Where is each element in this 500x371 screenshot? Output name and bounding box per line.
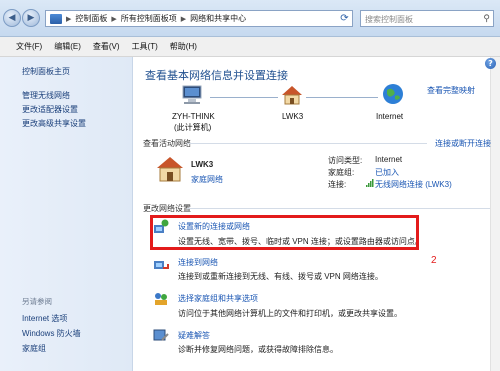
menu-view[interactable]: 查看(V) <box>87 41 126 52</box>
breadcrumb[interactable]: ▶ 控制面板 ▶ 所有控制面板项 ▶ 网络和共享中心 <box>45 10 353 27</box>
change-settings-heading: 更改网络设置 <box>143 204 191 213</box>
menu-help[interactable]: 帮助(H) <box>164 41 203 52</box>
connect-network-icon <box>154 261 169 269</box>
menu-edit[interactable]: 编辑(E) <box>48 41 87 52</box>
help-icon[interactable]: ? <box>485 58 496 69</box>
sidebar-item-firewall[interactable]: Windows 防火墙 <box>22 328 81 339</box>
troubleshoot-icon <box>153 329 169 341</box>
map-internet-label: Internet <box>376 112 404 121</box>
connection-label: 连接: <box>328 180 347 189</box>
computer-icon <box>182 85 202 104</box>
view-full-map-link[interactable]: 查看完整映射 <box>427 85 475 96</box>
homegroup-icon <box>155 293 167 305</box>
wifi-signal-icon <box>366 179 374 187</box>
connect-disconnect-link[interactable]: 连接或断开连接 <box>435 138 491 149</box>
breadcrumb-item-all-items[interactable]: 所有控制面板项 <box>121 13 177 24</box>
connect-to-network-desc: 连接到或重新连接到无线、有线、拨号或 VPN 网络连接。 <box>178 272 383 281</box>
menu-bar: 文件(F) 编辑(E) 查看(V) 工具(T) 帮助(H) <box>0 37 500 57</box>
chevron-right-icon: ▶ <box>111 15 117 23</box>
sidebar-item-homegroup[interactable]: 家庭组 <box>22 343 46 354</box>
sidebar-item-home[interactable]: 控制面板主页 <box>22 66 70 77</box>
control-panel-icon <box>50 13 62 24</box>
divider <box>187 208 490 209</box>
access-type-label: 访问类型: <box>328 156 363 165</box>
access-type-value: Internet <box>375 155 403 164</box>
connect-to-network-link[interactable]: 连接到网络 <box>178 257 218 268</box>
home-network-icon <box>157 157 183 182</box>
page-title: 查看基本网络信息并设置连接 <box>145 70 288 82</box>
map-link-line <box>210 97 278 98</box>
refresh-icon[interactable]: ⟳ <box>337 11 352 26</box>
troubleshoot-desc: 诊断并修复网络问题，或获得故障排除信息。 <box>178 345 338 354</box>
homegroup-sharing-desc: 访问位于其他网络计算机上的文件和打印机，或更改共享设置。 <box>178 309 402 318</box>
scrollbar[interactable] <box>490 57 500 371</box>
troubleshoot-link[interactable]: 疑难解答 <box>178 330 210 341</box>
search-input[interactable]: 搜索控制面板 ⚲ <box>360 10 494 27</box>
home-network-icon <box>282 86 302 105</box>
search-placeholder: 搜索控制面板 <box>365 15 413 24</box>
address-bar: ◀ ▶ ▶ 控制面板 ▶ 所有控制面板项 ▶ 网络和共享中心 ⟳ 搜索控制面板 … <box>0 0 500 37</box>
map-network-name: LWK3 <box>282 112 304 121</box>
globe-icon <box>383 84 403 104</box>
computer-name: ZYH-THINK <box>172 112 215 121</box>
breadcrumb-item-control-panel[interactable]: 控制面板 <box>75 13 107 24</box>
chevron-right-icon: ▶ <box>180 15 187 23</box>
highlight-box <box>150 215 419 250</box>
active-network-name: LWK3 <box>191 160 214 169</box>
back-button[interactable]: ◀ <box>3 9 21 27</box>
search-icon[interactable]: ⚲ <box>483 13 490 24</box>
see-also-heading: 另请参阅 <box>22 297 52 306</box>
map-link-line <box>306 97 378 98</box>
active-networks-heading: 查看活动网络 <box>143 139 191 148</box>
wireless-connection-link[interactable]: 无线网络连接 (LWK3) <box>375 179 452 190</box>
homegroup-joined-link[interactable]: 已加入 <box>375 167 399 178</box>
breadcrumb-item-network-center[interactable]: 网络和共享中心 <box>190 13 246 24</box>
menu-tools[interactable]: 工具(T) <box>126 41 164 52</box>
sidebar-item-internet-options[interactable]: Internet 选项 <box>22 313 67 324</box>
divider <box>187 143 427 144</box>
forward-button[interactable]: ▶ <box>22 9 40 27</box>
annotation-number: 2 <box>431 255 437 266</box>
computer-sub-label: (此计算机) <box>174 123 212 132</box>
homegroup-sharing-link[interactable]: 选择家庭组和共享选项 <box>178 293 258 304</box>
chevron-right-icon: ▶ <box>66 15 72 23</box>
sidebar-item-manage-wireless[interactable]: 管理无线网络 <box>22 90 70 101</box>
sidebar-item-advanced-sharing[interactable]: 更改高级共享设置 <box>22 118 86 129</box>
homegroup-label: 家庭组: <box>328 168 355 177</box>
network-type-link[interactable]: 家庭网络 <box>191 174 223 185</box>
sidebar-item-adapter-settings[interactable]: 更改适配器设置 <box>22 104 78 115</box>
menu-file[interactable]: 文件(F) <box>10 41 48 52</box>
